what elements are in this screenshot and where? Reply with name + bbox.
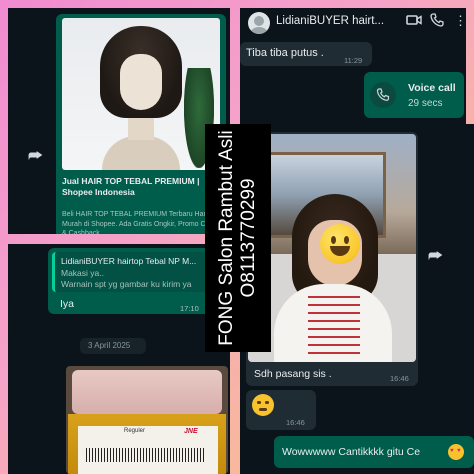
photo-chat-panel: Sdh pasang sis . 16:46 ⮫ 16:46 Wowwwww C… (240, 124, 474, 474)
wig-product-image (62, 18, 220, 170)
voice-call-bubble[interactable]: Voice call 29 secs (364, 72, 464, 118)
quote-author: LidianiBUYER hairtop Tebal NP M... (61, 256, 197, 266)
avatar[interactable] (248, 12, 270, 34)
chat-header: LidianiBUYER hairt... ⋮ (240, 8, 466, 38)
call-duration: 29 secs (408, 98, 443, 109)
message-time: 16:46 (390, 374, 409, 383)
shared-link-panel: ⮫ Jual HAIR TOP TEBAL PREMIUM | Shopee I… (8, 8, 230, 234)
message-text: Tiba tiba putus . (246, 47, 324, 59)
message-text: Wowwwww Cantikkkk gitu Ce (282, 446, 421, 458)
courier-logo: JNE (184, 428, 198, 435)
message-text: Sdh pasang sis . (254, 368, 332, 380)
more-icon[interactable]: ⋮ (454, 13, 466, 29)
quote-line: Warnain spt yg gambar ku kirim ya (61, 279, 192, 289)
reply-bubble[interactable]: LidianiBUYER hairtop Tebal NP M... Makas… (48, 248, 228, 314)
quoted-message[interactable]: LidianiBUYER hairtop Tebal NP M... Makas… (52, 252, 224, 292)
teary-emoji (252, 394, 274, 416)
forward-icon[interactable]: ⮫ (428, 248, 443, 266)
salon-banner: FONG Salon Rambut Asli O8113770299 (205, 124, 271, 352)
message-bubble: Tiba tiba putus . 11:29 (240, 42, 372, 66)
message-time: 16:46 (286, 418, 305, 427)
smiley-emoji (320, 224, 360, 264)
call-icon (370, 82, 396, 108)
banner-phone-number: O8113770299 (238, 178, 259, 298)
date-chip-text: 3 April 2025 (88, 341, 131, 350)
forward-icon[interactable]: ⮫ (28, 148, 43, 166)
link-title: Jual HAIR TOP TEBAL PREMIUM | Shopee Ind… (62, 176, 200, 197)
heart-eyes-emoji: ♥ ♥ (448, 444, 464, 460)
banner-salon-name: FONG Salon Rambut Asli (216, 130, 237, 346)
phone-icon[interactable] (430, 13, 444, 30)
emoji-message-bubble: 16:46 (246, 390, 316, 430)
reply-chat-panel: LidianiBUYER hairtop Tebal NP M... Makas… (8, 244, 230, 474)
link-preview-card[interactable]: Jual HAIR TOP TEBAL PREMIUM | Shopee Ind… (56, 14, 226, 234)
banner-text: FONG Salon Rambut Asli O8113770299 (216, 130, 260, 345)
message-bubble: Wowwwww Cantikkkk gitu Ce ♥ ♥ (274, 436, 474, 468)
quote-line: Makasi ya.. (61, 268, 104, 278)
chat-header-panel: LidianiBUYER hairt... ⋮ Tiba tiba putus … (240, 8, 466, 124)
message-time: 17:10 (180, 304, 199, 313)
video-call-icon[interactable] (406, 13, 422, 30)
link-description: Beli HAIR TOP TEBAL PREMIUM Terbaru Harg… (62, 211, 219, 234)
message-text: Iya (60, 298, 75, 310)
call-label: Voice call (408, 82, 456, 94)
package-photo[interactable]: Reguler JNE (66, 366, 228, 474)
contact-name[interactable]: LidianiBUYER hairt... (276, 15, 402, 27)
message-time: 11:29 (344, 56, 363, 65)
package-service-label: Reguler (124, 428, 146, 434)
date-chip: 3 April 2025 (80, 338, 146, 354)
